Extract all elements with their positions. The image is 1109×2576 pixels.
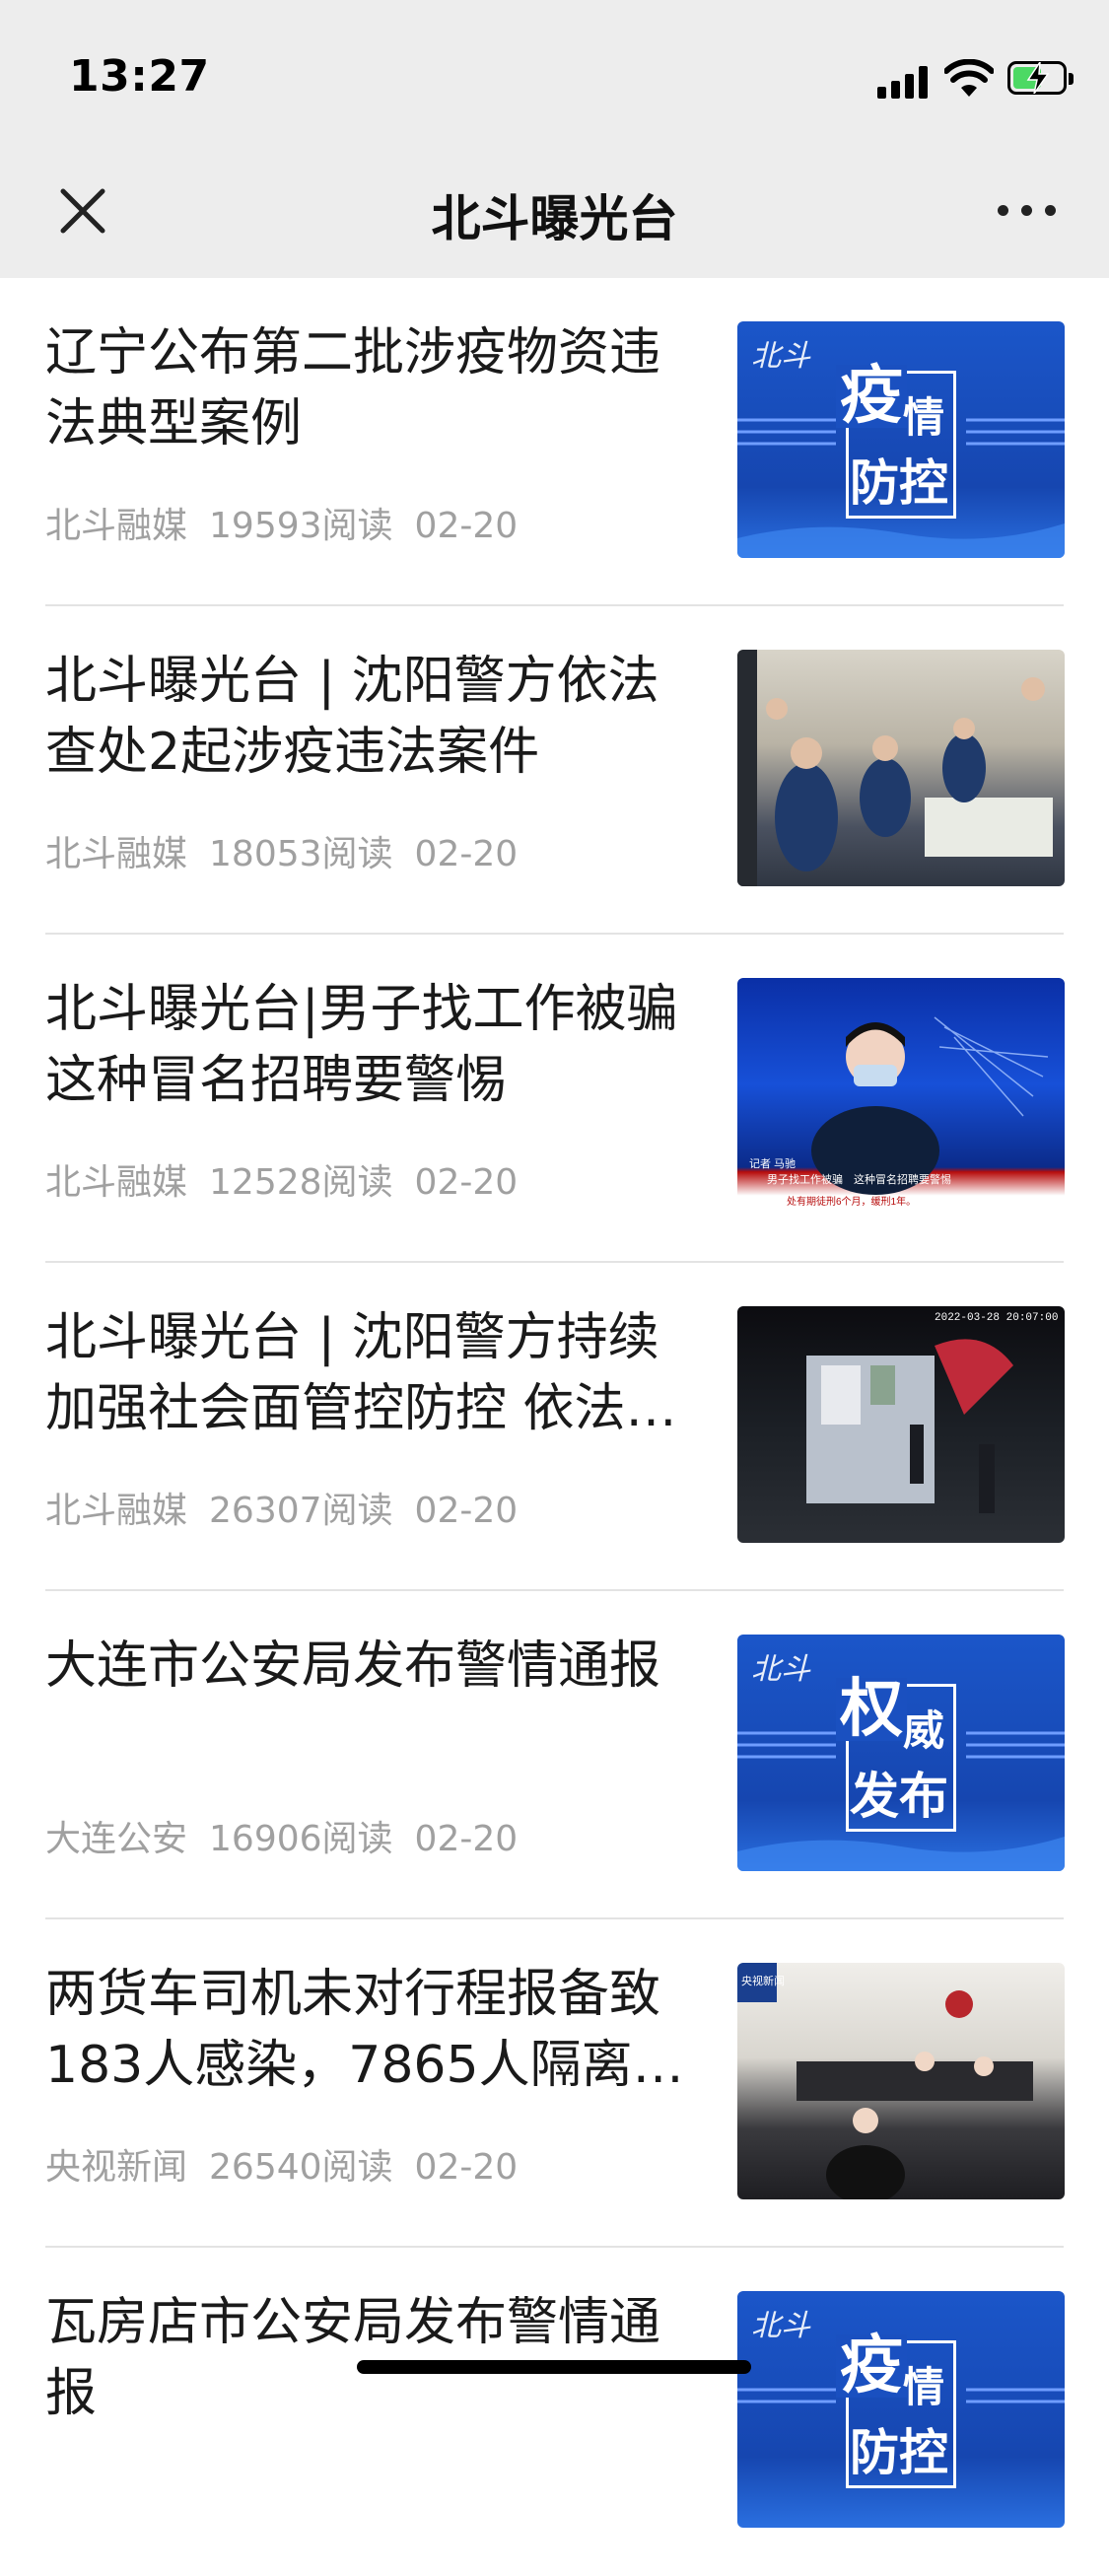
- article-thumbnail: 北斗 疫 情 防控: [737, 321, 1065, 558]
- thumb-text: 发布: [850, 1768, 948, 1825]
- article-thumbnail: 2022-03-28 20:07:00: [737, 1306, 1065, 1543]
- article-date: 02-20: [414, 834, 519, 874]
- brand-logo: 北斗: [751, 2309, 810, 2343]
- article-meta: 北斗融媒 12528阅读 02-20: [45, 1153, 539, 1205]
- article-title: 瓦房店市公安局发布警情通报: [45, 2293, 661, 2423]
- article-source: 北斗融媒: [45, 834, 188, 874]
- article-source: 北斗融媒: [45, 1491, 188, 1531]
- article-thumbnail: [737, 650, 1065, 886]
- article-date: 02-20: [414, 1819, 519, 1859]
- status-time: 13:27: [69, 51, 210, 102]
- battery-charging-icon: [1007, 61, 1074, 95]
- article-reads: 18053阅读: [209, 834, 393, 874]
- article-reads: 26540阅读: [209, 2147, 393, 2188]
- article-meta: 北斗融媒 18053阅读 02-20: [45, 825, 539, 876]
- thumb-text: 权: [836, 1678, 907, 1741]
- list-item[interactable]: 大连市公安局发布警情通报 大连公安 16906阅读 02-20 北斗 权 威 发布: [0, 1591, 1109, 1919]
- article-title: 北斗曝光台 | 沈阳警方持续加强社会面管控防控 依法查…: [45, 1308, 659, 1438]
- thumb-text: 防控: [850, 454, 948, 512]
- wifi-icon: [944, 59, 994, 97]
- brand-logo: 北斗: [751, 1652, 810, 1687]
- article-reads: 12528阅读: [209, 1162, 393, 1203]
- article-reads: 19593阅读: [209, 506, 393, 546]
- photo-timestamp: 2022-03-28 20:07:00: [935, 1312, 1058, 1324]
- list-item[interactable]: 北斗曝光台 | 沈阳警方持续加强社会面管控防控 依法查… 北斗融媒 26307阅读…: [0, 1263, 1109, 1591]
- article-meta: 央视新闻 26540阅读 02-20: [45, 2138, 539, 2190]
- list-item[interactable]: 两货车司机未对行程报备致183人感染，7865人隔离… 央视新闻 26540阅读 0…: [0, 1919, 1109, 2248]
- cctv-news-logo: 央视新闻: [741, 1974, 785, 1987]
- article-meta: 大连公安 16906阅读 02-20: [45, 1810, 539, 1861]
- article-thumbnail: 记者 马驰 男子找工作被骗 这种冒名招聘要警惕 处有期徒刑6个月，缓刑1年。: [737, 978, 1065, 1215]
- article-reads: 26307阅读: [209, 1491, 393, 1531]
- caption-reporter: 记者 马驰: [749, 1156, 796, 1170]
- article-meta: 北斗融媒 19593阅读 02-20: [45, 497, 539, 548]
- article-title: 辽宁公布第二批涉疫物资违法典型案例: [45, 323, 661, 453]
- article-title: 北斗曝光台 | 沈阳警方依法查处2起涉疫违法案件: [45, 652, 659, 782]
- article-meta: 北斗融媒 26307阅读 02-20: [45, 1482, 539, 1533]
- article-title: 两货车司机未对行程报备致183人感染，7865人隔离…: [45, 1965, 684, 2095]
- more-options-icon[interactable]: [996, 201, 1059, 221]
- thumb-text: 情: [903, 2363, 945, 2411]
- list-item[interactable]: 北斗曝光台|男子找工作被骗这种冒名招聘要警惕 北斗融媒 12528阅读 02-20 …: [0, 935, 1109, 1263]
- article-reads: 16906阅读: [209, 1819, 393, 1859]
- article-date: 02-20: [414, 506, 519, 546]
- article-thumbnail: 央视新闻: [737, 1963, 1065, 2199]
- list-item[interactable]: 瓦房店市公安局发布警情通报 北斗 疫 情 防控: [0, 2248, 1109, 2576]
- article-source: 北斗融媒: [45, 1162, 188, 1203]
- article-thumbnail: 北斗 权 威 发布: [737, 1635, 1065, 1871]
- thumb-text: 情: [903, 393, 945, 442]
- brand-logo: 北斗: [751, 339, 810, 374]
- thumb-text: 威: [903, 1706, 945, 1755]
- page-title: 北斗曝光台: [431, 190, 678, 247]
- article-date: 02-20: [414, 1162, 519, 1203]
- article-date: 02-20: [414, 1491, 519, 1531]
- article-thumbnail: 北斗 疫 情 防控: [737, 2291, 1065, 2528]
- article-list: 辽宁公布第二批涉疫物资违法典型案例 北斗融媒 19593阅读 02-20 北斗 疫 …: [0, 278, 1109, 2576]
- top-bar: 13:27 北斗曝光台: [0, 0, 1109, 278]
- article-source: 北斗融媒: [45, 506, 188, 546]
- article-source: 央视新闻: [45, 2147, 188, 2188]
- article-title: 北斗曝光台|男子找工作被骗这种冒名招聘要警惕: [45, 980, 678, 1110]
- thumb-text: 防控: [850, 2424, 948, 2481]
- cellular-signal-icon: [877, 65, 931, 99]
- article-date: 02-20: [414, 2147, 519, 2188]
- list-item[interactable]: 北斗曝光台 | 沈阳警方依法查处2起涉疫违法案件 北斗融媒 18053阅读 02-2…: [0, 606, 1109, 935]
- thumb-text: 疫: [836, 2334, 907, 2398]
- article-title: 大连市公安局发布警情通报: [45, 1636, 661, 1696]
- caption-headline: 男子找工作被骗 这种冒名招聘要警惕: [767, 1172, 951, 1186]
- thumb-text: 疫: [836, 365, 907, 428]
- home-indicator[interactable]: [357, 2360, 751, 2374]
- list-item[interactable]: 辽宁公布第二批涉疫物资违法典型案例 北斗融媒 19593阅读 02-20 北斗 疫 …: [0, 278, 1109, 606]
- article-source: 大连公安: [45, 1819, 188, 1859]
- caption-subtitle: 处有期徒刑6个月，缓刑1年。: [787, 1195, 916, 1208]
